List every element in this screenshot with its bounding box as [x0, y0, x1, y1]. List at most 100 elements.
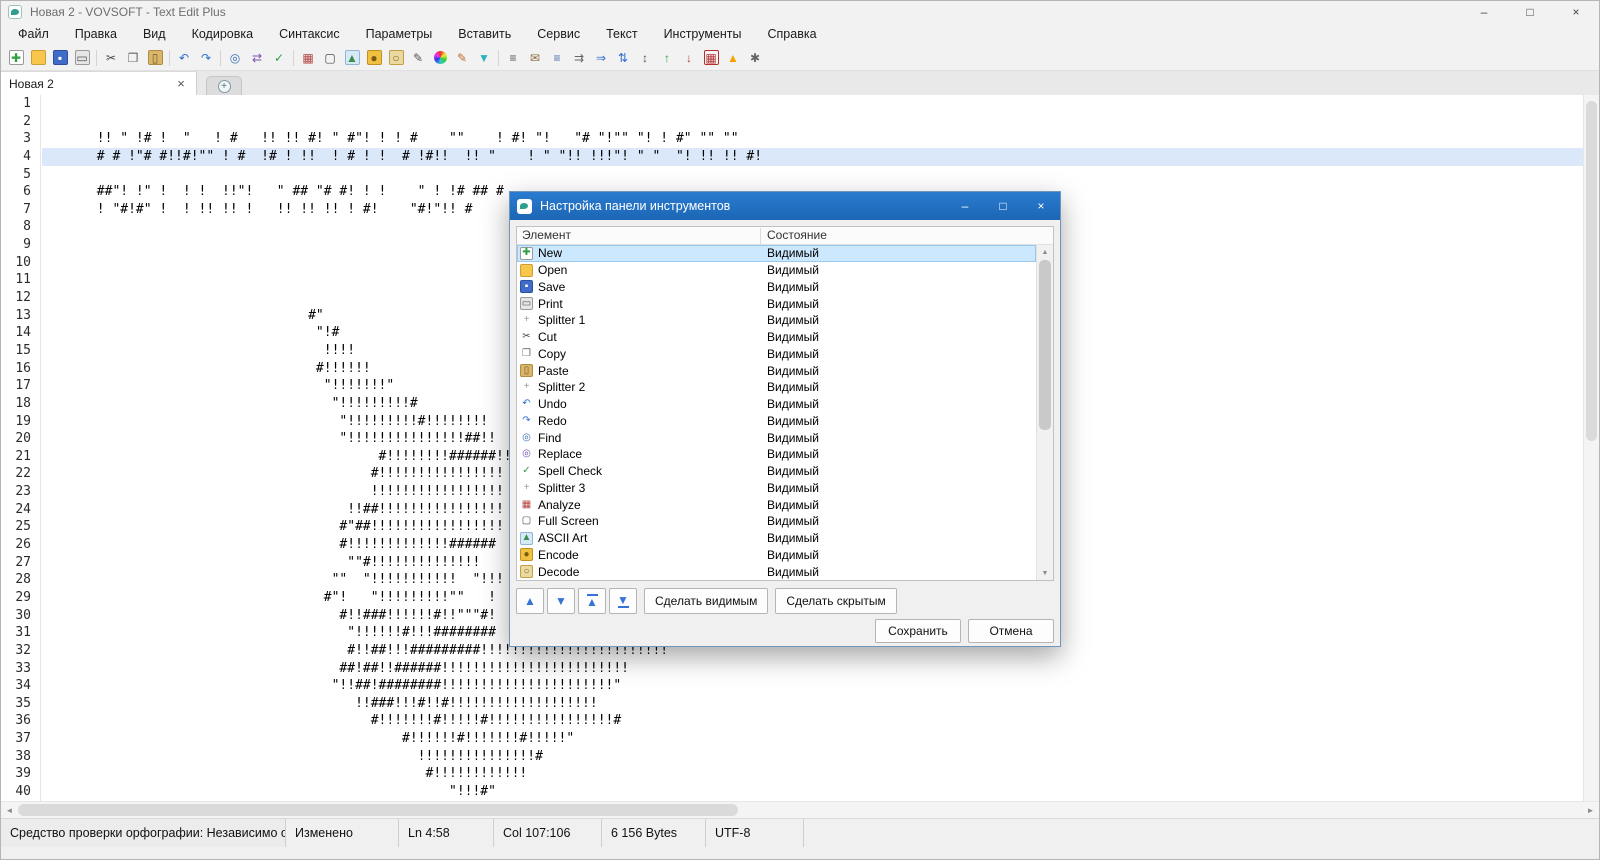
highlight-icon[interactable]: ✎ [451, 47, 473, 69]
new-tab-button[interactable]: + [206, 76, 242, 95]
editor-line[interactable]: "!!!#" [42, 783, 1583, 801]
calendar-icon[interactable]: ▦ [700, 47, 722, 69]
spell-check-icon[interactable]: ✓ [268, 47, 290, 69]
dialog-title-bar[interactable]: Настройка панели инструментов – □ × [510, 192, 1060, 220]
menu-item-7[interactable]: Сервис [524, 23, 593, 45]
list-scroll-thumb[interactable] [1039, 260, 1051, 430]
menu-item-0[interactable]: Файл [5, 23, 62, 45]
list-row-paste[interactable]: ▯ Paste Видимый [517, 362, 1036, 379]
column-state[interactable]: Состояние [767, 228, 827, 242]
menu-item-6[interactable]: Вставить [445, 23, 524, 45]
copy-icon[interactable]: ❐ [122, 47, 144, 69]
list-row-copy[interactable]: ❐ Copy Видимый [517, 346, 1036, 363]
vertical-scrollbar[interactable] [1583, 95, 1599, 801]
move-up-button[interactable]: ▲ [516, 588, 544, 614]
tab-active[interactable]: Новая 2 × [1, 71, 197, 95]
dialog-close-button[interactable]: × [1022, 192, 1060, 220]
color-wheel-icon[interactable] [429, 47, 451, 69]
list-row-full-screen[interactable]: ▢ Full Screen Видимый [517, 513, 1036, 530]
list-row-splitter[interactable]: + Splitter 1 Видимый [517, 312, 1036, 329]
paste-icon[interactable]: ▯ [144, 47, 166, 69]
move-down-button[interactable]: ▼ [547, 588, 575, 614]
list-row-decode[interactable]: ○ Decode Видимый [517, 563, 1036, 580]
scroll-down-icon[interactable]: ▼ [1037, 566, 1053, 580]
list-row-print[interactable]: ▭ Print Видимый [517, 295, 1036, 312]
list-row-analyze[interactable]: ▦ Analyze Видимый [517, 496, 1036, 513]
email-icon[interactable]: ✉ [524, 47, 546, 69]
menu-item-8[interactable]: Текст [593, 23, 650, 45]
download-icon[interactable]: ↓ [678, 47, 700, 69]
editor-line[interactable]: #!!!!!!!!!!!! [42, 765, 1583, 783]
horizontal-scrollbar[interactable]: ◄ ► [1, 801, 1599, 818]
undo-icon[interactable]: ↶ [173, 47, 195, 69]
scroll-left-icon[interactable]: ◄ [1, 802, 18, 819]
menu-item-5[interactable]: Параметры [353, 23, 446, 45]
make-hidden-button[interactable]: Сделать скрытым [775, 588, 897, 614]
column-element[interactable]: Элемент [522, 228, 571, 242]
editor-line[interactable]: !! " !# ! " ! # !! !! #! " #"! ! ! # "" … [42, 130, 1583, 148]
open-icon[interactable] [27, 47, 49, 69]
editor-line[interactable]: !!!!!!!!!!!!!!!# [42, 748, 1583, 766]
filter-icon[interactable]: ▼ [473, 47, 495, 69]
move-bottom-button[interactable]: ▼ [609, 588, 637, 614]
editor-line[interactable]: !!###!!!#!!#!!!!!!!!!!!!!!!!!!! [42, 695, 1583, 713]
maximize-button[interactable]: □ [1507, 1, 1553, 23]
list-row-ascii-art[interactable]: ▲ ASCII Art Видимый [517, 530, 1036, 547]
goto-icon[interactable]: ⇒ [590, 47, 612, 69]
dialog-minimize-button[interactable]: – [946, 192, 984, 220]
scroll-right-icon[interactable]: ► [1582, 802, 1599, 819]
list-row-undo[interactable]: ↶ Undo Видимый [517, 396, 1036, 413]
list-row-replace[interactable]: ◎ Replace Видимый [517, 446, 1036, 463]
numbered-list-icon[interactable]: ≡ [546, 47, 568, 69]
save-icon[interactable]: ▪ [49, 47, 71, 69]
tools-icon[interactable]: ✱ [744, 47, 766, 69]
editor-line[interactable]: #!!!!!!#!!!!!!!#!!!!!" [42, 730, 1583, 748]
menu-item-3[interactable]: Кодировка [179, 23, 266, 45]
editor-line[interactable]: #!!!!!!!#!!!!!#!!!!!!!!!!!!!!!!# [42, 712, 1583, 730]
find-icon[interactable]: ◎ [224, 47, 246, 69]
replace-icon[interactable]: ⇄ [246, 47, 268, 69]
move-vertical-icon[interactable]: ⇅ [612, 47, 634, 69]
statistics-icon[interactable]: ≡ [502, 47, 524, 69]
menu-item-10[interactable]: Справка [755, 23, 830, 45]
analyze-icon[interactable]: ▦ [297, 47, 319, 69]
edit-icon[interactable]: ✎ [407, 47, 429, 69]
list-row-new[interactable]: ✚ New Видимый [517, 245, 1036, 262]
menu-item-4[interactable]: Синтаксис [266, 23, 353, 45]
list-scrollbar[interactable]: ▲ ▼ [1036, 245, 1053, 580]
editor-line-current[interactable]: # # !"# #!!#!"" ! # !# ! !! ! # ! ! # !#… [42, 147, 1583, 166]
list-row-splitter[interactable]: + Splitter 2 Видимый [517, 379, 1036, 396]
ascii-art-icon[interactable]: ▲ [341, 47, 363, 69]
list-row-redo[interactable]: ↷ Redo Видимый [517, 413, 1036, 430]
list-row-open[interactable]: Open Видимый [517, 262, 1036, 279]
scroll-up-icon[interactable]: ▲ [1037, 245, 1053, 259]
save-button[interactable]: Сохранить [875, 619, 961, 643]
upload-icon[interactable]: ↑ [656, 47, 678, 69]
move-top-button[interactable]: ▲ [578, 588, 606, 614]
list-row-save[interactable]: ▪ Save Видимый [517, 279, 1036, 296]
dialog-maximize-button[interactable]: □ [984, 192, 1022, 220]
cancel-button[interactable]: Отмена [968, 619, 1054, 643]
editor-line[interactable]: "!!##!########!!!!!!!!!!!!!!!!!!!!!!" [42, 677, 1583, 695]
warning-icon[interactable]: ▲ [722, 47, 744, 69]
tab-close-icon[interactable]: × [174, 77, 188, 90]
encode-icon[interactable]: ● [363, 47, 385, 69]
list-row-encode[interactable]: ● Encode Видимый [517, 547, 1036, 564]
editor-line[interactable]: ##!##!!######!!!!!!!!!!!!!!!!!!!!!!!! [42, 660, 1583, 678]
full-screen-icon[interactable]: ▢ [319, 47, 341, 69]
vertical-scroll-thumb[interactable] [1586, 101, 1597, 441]
menu-item-9[interactable]: Инструменты [651, 23, 755, 45]
decode-icon[interactable]: ○ [385, 47, 407, 69]
make-visible-button[interactable]: Сделать видимым [644, 588, 769, 614]
new-icon[interactable]: ✚ [5, 47, 27, 69]
list-row-splitter[interactable]: + Splitter 3 Видимый [517, 480, 1036, 497]
list-row-find[interactable]: ◎ Find Видимый [517, 429, 1036, 446]
cut-icon[interactable]: ✂ [100, 47, 122, 69]
redo-icon[interactable]: ↷ [195, 47, 217, 69]
menu-item-1[interactable]: Правка [62, 23, 130, 45]
close-button[interactable]: × [1553, 1, 1599, 23]
horizontal-scroll-thumb[interactable] [18, 804, 738, 816]
list-row-cut[interactable]: ✂ Cut Видимый [517, 329, 1036, 346]
editor-line[interactable] [42, 113, 1583, 131]
list-row-spell-check[interactable]: ✓ Spell Check Видимый [517, 463, 1036, 480]
